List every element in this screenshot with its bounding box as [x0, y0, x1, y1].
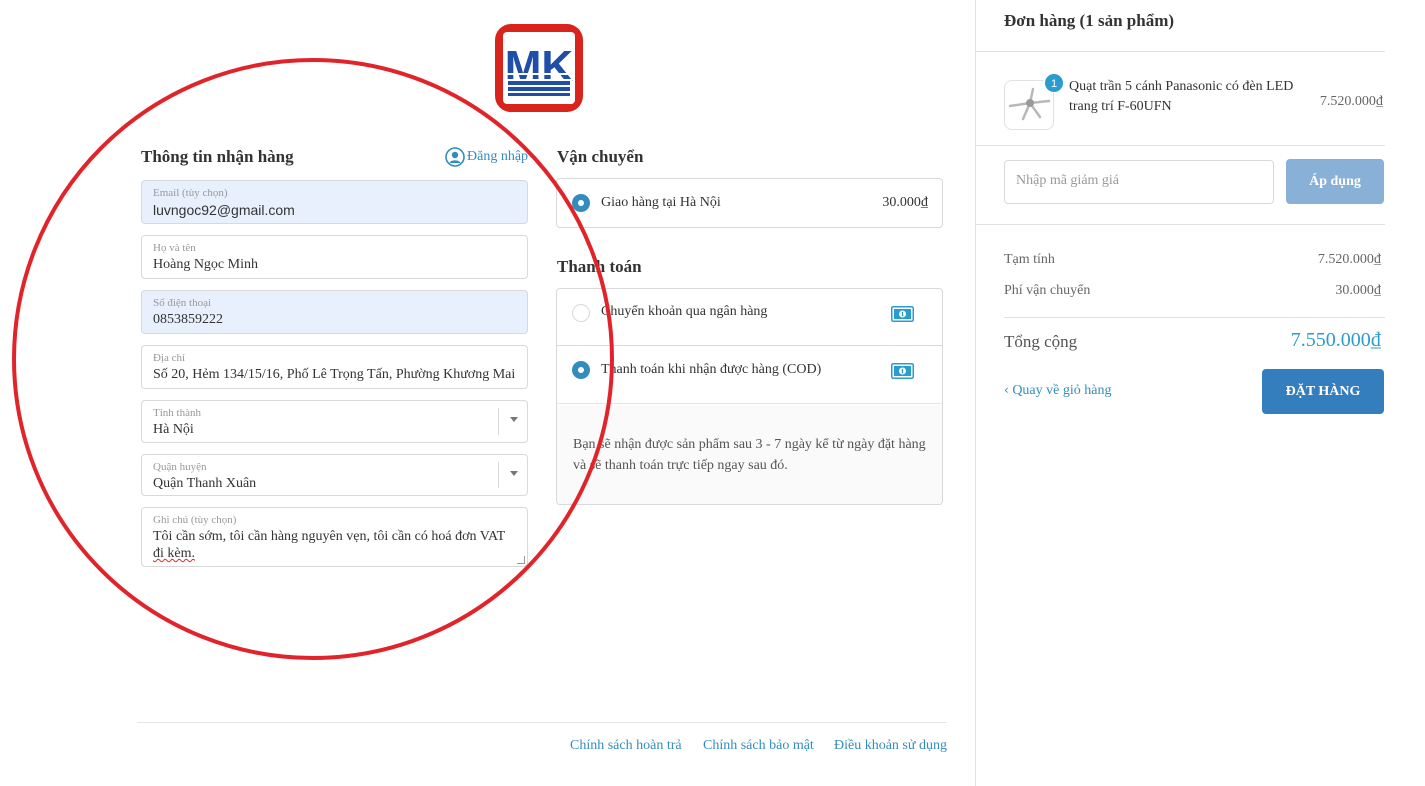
payment-option-cod[interactable]: Thanh toán khi nhận được hàng (COD) — [557, 346, 942, 404]
district-value: Quận Thanh Xuân — [153, 476, 257, 491]
coupon-placeholder: Nhập mã giảm giá — [1016, 173, 1120, 188]
customer-info-title: Thông tin nhận hàng — [141, 147, 294, 166]
quantity-badge: 1 — [1044, 73, 1064, 93]
shipping-title: Vận chuyển — [557, 147, 644, 166]
payment-option-cod-label: Thanh toán khi nhận được hàng (COD) — [601, 362, 822, 377]
note-value: Tôi cần sớm, tôi cần hàng nguyên vẹn, tô… — [153, 528, 511, 562]
email-value: luvngoc92@gmail.com — [153, 202, 295, 218]
order-summary: Đơn hàng (1 sản phẩm) 1 Quạt trần 5 cánh… — [975, 0, 1425, 786]
total-label: Tổng cộng — [1004, 332, 1078, 351]
subtotal-value: 7.520.000₫ — [1317, 252, 1381, 267]
coupon-input[interactable]: Nhập mã giảm giá — [1004, 160, 1274, 204]
privacy-policy-link[interactable]: Chính sách bảo mật — [703, 738, 814, 754]
name-label: Họ và tên — [153, 242, 196, 254]
note-textarea[interactable]: Ghi chú (tùy chọn) Tôi cần sớm, tôi cần … — [141, 507, 528, 567]
province-select[interactable]: Tỉnh thành Hà Nội — [141, 400, 528, 443]
payment-options: Chuyển khoản qua ngân hàng Thanh toán kh… — [556, 288, 943, 505]
address-label: Địa chỉ — [153, 352, 186, 364]
email-label: Email (tùy chọn) — [153, 187, 228, 199]
order-title: Đơn hàng (1 sản phẩm) — [1004, 11, 1175, 30]
back-to-cart-link[interactable]: ‹ Quay về giỏ hàng — [1004, 383, 1111, 399]
district-select[interactable]: Quận huyện Quận Thanh Xuân — [141, 454, 528, 496]
select-divider — [498, 462, 499, 488]
shipping-fee-label: Phí vận chuyển — [1004, 283, 1091, 298]
chevron-down-icon[interactable] — [510, 471, 518, 476]
payment-radio-cod[interactable] — [572, 361, 590, 379]
terms-link[interactable]: Điều khoản sử dụng — [834, 738, 947, 754]
divider — [976, 145, 1385, 146]
chevron-down-icon[interactable] — [510, 417, 518, 422]
district-label: Quận huyện — [153, 461, 207, 473]
resize-handle[interactable] — [517, 556, 525, 564]
back-to-cart-label: Quay về giỏ hàng — [1012, 383, 1112, 398]
store-logo: MK — [494, 23, 584, 113]
divider — [1004, 317, 1385, 318]
footer-divider — [137, 722, 947, 723]
shipping-option[interactable]: Giao hàng tại Hà Nội 30.000₫ — [556, 178, 943, 228]
product-price: 7.520.000₫ — [1319, 94, 1383, 109]
chevron-left-icon: ‹ — [1004, 383, 1009, 397]
user-icon — [445, 147, 465, 167]
total-value: 7.550.000₫ — [1290, 329, 1381, 351]
province-label: Tỉnh thành — [153, 407, 201, 419]
divider — [976, 51, 1385, 52]
name-value: Hoàng Ngọc Minh — [153, 257, 258, 272]
note-line-1: Tôi cần sớm, tôi cần hàng nguyên vẹn, tô… — [153, 529, 506, 544]
name-field[interactable]: Họ và tên Hoàng Ngọc Minh — [141, 235, 528, 279]
shipping-option-price: 30.000₫ — [882, 195, 928, 210]
note-label: Ghi chú (tùy chọn) — [153, 514, 237, 526]
note-line-2: đi kèm. — [153, 546, 195, 561]
phone-label: Số điện thoại — [153, 297, 212, 309]
cod-note-line-2: và sẽ thanh toán trực tiếp ngay sau đó. — [573, 458, 788, 473]
product-name: Quạt trần 5 cánh Panasonic có đèn LED tr… — [1069, 79, 1294, 114]
payment-title: Thanh toán — [557, 257, 642, 276]
shipping-radio[interactable] — [572, 194, 590, 212]
apply-coupon-button[interactable]: Áp dụng — [1286, 159, 1384, 204]
cod-note: Bạn sẽ nhận được sản phẩm sau 3 - 7 ngày… — [557, 405, 942, 504]
phone-field[interactable]: Số điện thoại 0853859222 — [141, 290, 528, 334]
payment-option-bank[interactable]: Chuyển khoản qua ngân hàng — [557, 289, 942, 346]
login-link[interactable]: Đăng nhập — [445, 147, 528, 167]
refund-policy-link[interactable]: Chính sách hoàn trả — [570, 738, 682, 754]
shipping-option-label: Giao hàng tại Hà Nội — [601, 195, 721, 210]
cod-note-line-1: Bạn sẽ nhận được sản phẩm sau 3 - 7 ngày… — [573, 437, 926, 452]
login-label: Đăng nhập — [467, 149, 529, 164]
shipping-fee-value: 30.000₫ — [1335, 283, 1381, 298]
subtotal-label: Tạm tính — [1004, 252, 1055, 267]
phone-value: 0853859222 — [153, 312, 223, 327]
payment-radio-bank[interactable] — [572, 304, 590, 322]
place-order-button[interactable]: ĐẶT HÀNG — [1262, 369, 1384, 414]
email-field[interactable]: Email (tùy chọn) luvngoc92@gmail.com — [141, 180, 528, 224]
address-value: Số 20, Hẻm 134/15/16, Phố Lê Trọng Tấn, … — [153, 367, 516, 382]
address-field[interactable]: Địa chỉ Số 20, Hẻm 134/15/16, Phố Lê Trọ… — [141, 345, 528, 389]
divider — [976, 224, 1385, 225]
cash-icon — [891, 363, 914, 379]
cash-icon — [891, 306, 914, 322]
province-value: Hà Nội — [153, 422, 194, 437]
select-divider — [498, 408, 499, 435]
payment-option-bank-label: Chuyển khoản qua ngân hàng — [601, 304, 768, 319]
